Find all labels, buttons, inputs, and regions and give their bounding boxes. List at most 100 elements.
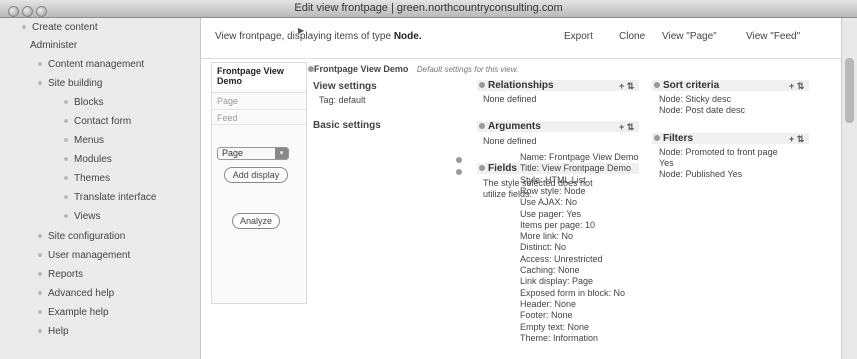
gear-icon[interactable] xyxy=(654,82,660,88)
arguments-heading: Arguments xyxy=(477,121,639,132)
relationships-empty: None defined xyxy=(483,94,537,104)
display-tabs: Frontpage View Demo Page Feed Page ▾ Add… xyxy=(211,62,307,304)
gear-icon[interactable] xyxy=(308,66,314,72)
view-settings-tag[interactable]: Tag: default xyxy=(319,95,366,106)
bullet-icon xyxy=(64,195,68,200)
sidebar-item-advanced-help[interactable]: Advanced help xyxy=(38,288,114,299)
sidebar-item-views[interactable]: Views xyxy=(64,211,101,222)
bullet-icon xyxy=(64,176,68,181)
basic-setting-item[interactable]: Use AJAX: No xyxy=(520,197,577,208)
basic-setting-item[interactable]: Link display: Page xyxy=(520,276,593,287)
bullet-icon xyxy=(38,81,42,86)
chevron-down-icon: ▾ xyxy=(275,148,288,159)
basic-setting-item[interactable]: Caching: None xyxy=(520,265,580,276)
vertical-scrollbar[interactable] xyxy=(841,18,857,359)
basic-setting-item[interactable]: Row style: Node xyxy=(520,186,586,197)
bullet-icon xyxy=(64,138,68,143)
relationships-heading: Relationships xyxy=(477,80,639,91)
view-page-link[interactable]: View "Page" xyxy=(662,31,717,42)
filter-item[interactable]: Node: Promoted to front page xyxy=(659,147,778,158)
scrollbar-thumb[interactable] xyxy=(845,58,854,123)
tab-default-display[interactable]: Frontpage View Demo xyxy=(212,63,306,89)
display-type-select[interactable]: Page ▾ xyxy=(217,147,289,160)
arguments-ops[interactable]: + ⇅ xyxy=(619,122,634,133)
view-header-bar: View frontpage, displaying items of type… xyxy=(201,18,841,59)
bullet-icon xyxy=(64,157,68,162)
sort-criteria-heading: Sort criteria xyxy=(652,80,809,91)
filter-item[interactable]: Node: Published Yes xyxy=(659,169,742,180)
relationships-ops[interactable]: + ⇅ xyxy=(619,81,634,92)
sidebar-item-administer[interactable]: Administer xyxy=(30,40,77,51)
bullet-icon xyxy=(22,25,26,30)
clone-link[interactable]: Clone xyxy=(619,31,645,42)
sidebar-item-modules[interactable]: Modules xyxy=(64,154,112,165)
sidebar-item-themes[interactable]: Themes xyxy=(64,173,110,184)
bullet-icon xyxy=(38,310,42,315)
bullet-icon xyxy=(64,119,68,124)
bullet-icon xyxy=(64,100,68,105)
bullet-icon xyxy=(38,253,42,258)
title-bar: Edit view frontpage | green.northcountry… xyxy=(0,0,857,18)
browser-window: Edit view frontpage | green.northcountry… xyxy=(0,0,857,359)
basic-setting-item[interactable]: Theme: Information xyxy=(520,333,598,344)
sidebar-item-user-management[interactable]: User management xyxy=(38,250,130,261)
gear-icon[interactable] xyxy=(456,169,462,175)
add-display-button[interactable]: Add display xyxy=(224,167,288,183)
sidebar-item-help[interactable]: Help xyxy=(38,326,69,337)
sidebar-item-example-help[interactable]: Example help xyxy=(38,307,109,318)
tab-page[interactable]: Page xyxy=(212,92,306,108)
display-header: Frontpage View Demo Default settings for… xyxy=(314,64,518,74)
sidebar-item-menus[interactable]: Menus xyxy=(64,135,104,146)
display-title: Frontpage View Demo xyxy=(314,64,409,74)
gear-icon[interactable] xyxy=(479,165,485,171)
bullet-icon xyxy=(64,214,68,219)
admin-sidebar: Create content Administer Content manage… xyxy=(0,18,201,359)
analyze-button[interactable]: Analyze xyxy=(232,213,280,229)
sort-criteria-item[interactable]: Node: Sticky desc xyxy=(659,94,731,105)
sidebar-item-blocks[interactable]: Blocks xyxy=(64,97,103,108)
basic-setting-item[interactable]: Access: Unrestricted xyxy=(520,254,603,265)
display-note: Default settings for this view. xyxy=(416,65,519,74)
active-tab-arrow-icon: ▶ xyxy=(298,26,305,35)
tab-feed[interactable]: Feed xyxy=(212,109,306,125)
gear-icon[interactable] xyxy=(479,123,485,129)
export-link[interactable]: Export xyxy=(564,31,593,42)
basic-setting-item[interactable]: Style: HTML List xyxy=(520,175,586,186)
basic-setting-item[interactable]: More link: No xyxy=(520,231,573,242)
arguments-empty: None defined xyxy=(483,136,537,146)
filter-item[interactable]: Yes xyxy=(659,158,674,169)
bullet-icon xyxy=(38,62,42,67)
sidebar-item-reports[interactable]: Reports xyxy=(38,269,83,280)
gear-icon[interactable] xyxy=(479,82,485,88)
basic-setting-item[interactable]: Header: None xyxy=(520,299,576,310)
basic-setting-item[interactable]: Name: Frontpage View Demo xyxy=(520,152,638,163)
view-description: View frontpage, displaying items of type… xyxy=(215,31,422,42)
bullet-icon xyxy=(38,329,42,334)
sidebar-item-site-configuration[interactable]: Site configuration xyxy=(38,231,125,242)
sidebar-item-translate-interface[interactable]: Translate interface xyxy=(64,192,156,203)
sort-criteria-item[interactable]: Node: Post date desc xyxy=(659,105,745,116)
sidebar-item-contact-form[interactable]: Contact form xyxy=(64,116,131,127)
basic-setting-item[interactable]: Items per page: 10 xyxy=(520,220,595,231)
bullet-icon xyxy=(38,291,42,296)
view-settings-heading: View settings xyxy=(313,81,377,92)
gear-icon[interactable] xyxy=(456,157,462,163)
filters-ops[interactable]: + ⇅ xyxy=(789,134,804,145)
window-title: Edit view frontpage | green.northcountry… xyxy=(294,2,563,14)
sidebar-item-create-content[interactable]: Create content xyxy=(22,22,98,33)
sidebar-item-content-management[interactable]: Content management xyxy=(38,59,144,70)
view-editor: View frontpage, displaying items of type… xyxy=(201,18,841,359)
basic-setting-item[interactable]: Distinct: No xyxy=(520,242,566,253)
bullet-icon xyxy=(38,272,42,277)
bullet-icon xyxy=(38,234,42,239)
view-feed-link[interactable]: View "Feed" xyxy=(746,31,800,42)
basic-setting-item[interactable]: Title: View Frontpage Demo xyxy=(520,163,631,174)
sort-criteria-ops[interactable]: + ⇅ xyxy=(789,81,804,92)
basic-setting-item[interactable]: Empty text: None xyxy=(520,322,589,333)
basic-setting-item[interactable]: Use pager: Yes xyxy=(520,209,581,220)
basic-setting-item[interactable]: Exposed form in block: No xyxy=(520,288,625,299)
sidebar-item-site-building[interactable]: Site building xyxy=(38,78,102,89)
gear-icon[interactable] xyxy=(654,135,660,141)
basic-settings-heading: Basic settings xyxy=(313,120,381,131)
basic-setting-item[interactable]: Footer: None xyxy=(520,310,573,321)
